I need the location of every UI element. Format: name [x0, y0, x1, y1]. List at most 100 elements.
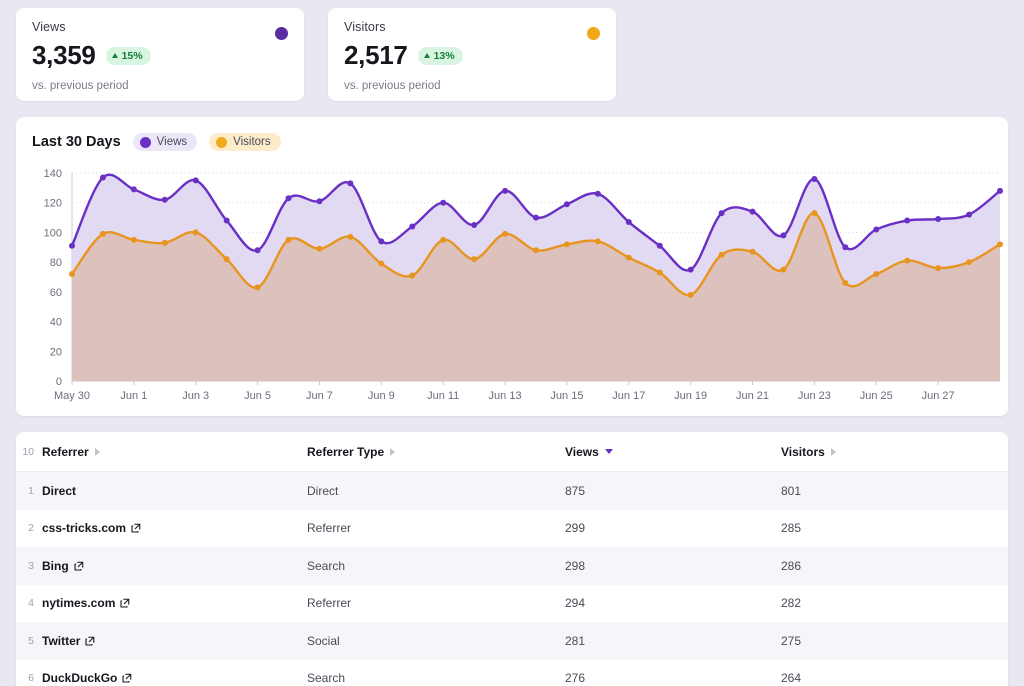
sort-right-icon: [95, 448, 100, 456]
dashboard-page: Views 3,359 15% vs. previous period Visi…: [0, 0, 1024, 686]
cell-views: 294: [565, 596, 781, 610]
referrers-table: 10 Referrer Referrer Type Views: [16, 432, 1008, 686]
legend-label: Visitors: [233, 136, 271, 148]
svg-text:Jun 23: Jun 23: [798, 390, 831, 402]
stat-title: Views: [32, 20, 288, 34]
table-row[interactable]: 4nytimes.com Referrer294282: [16, 585, 1008, 623]
svg-text:100: 100: [44, 227, 62, 239]
referrer-name: nytimes.com: [42, 596, 115, 610]
stat-delta-text: 13%: [434, 50, 455, 62]
table-body: 1DirectDirect8758012css-tricks.comReferr…: [16, 472, 1008, 686]
svg-text:Jun 7: Jun 7: [306, 390, 333, 402]
stat-card-visitors: Visitors 2,517 13% vs. previous period: [328, 8, 616, 101]
svg-text:Jun 25: Jun 25: [860, 390, 893, 402]
stat-value: 2,517: [344, 40, 408, 71]
chart-header: Last 30 Days Views Visitors: [32, 133, 992, 151]
column-label: Views: [565, 445, 599, 459]
column-header-views[interactable]: Views: [565, 445, 781, 459]
svg-text:Jun 3: Jun 3: [182, 390, 209, 402]
cell-visitors: 282: [781, 596, 981, 610]
svg-text:Jun 11: Jun 11: [427, 390, 459, 402]
column-header-visitors[interactable]: Visitors: [781, 445, 981, 459]
trend-up-icon: [424, 53, 430, 58]
svg-text:60: 60: [50, 287, 62, 299]
stat-value-row: 2,517 13%: [344, 40, 600, 71]
chart-title: Last 30 Days: [32, 134, 121, 150]
table-row[interactable]: 6DuckDuckGoSearch276264: [16, 660, 1008, 686]
row-rank: 4: [16, 597, 42, 609]
external-link-icon[interactable]: [85, 636, 95, 646]
external-link-icon[interactable]: [74, 561, 84, 571]
svg-text:120: 120: [44, 198, 62, 210]
cell-views: 281: [565, 634, 781, 648]
external-link-icon[interactable]: [122, 673, 132, 683]
svg-text:40: 40: [50, 317, 62, 329]
cell-visitors: 264: [781, 671, 981, 685]
row-rank: 2: [16, 522, 42, 534]
stat-delta-badge: 15%: [106, 47, 151, 65]
table-row[interactable]: 3Bing Search298286: [16, 547, 1008, 585]
cell-visitors: 286: [781, 559, 981, 573]
cell-referrer-type: Search: [307, 559, 565, 573]
cell-referrer-type: Social: [307, 634, 565, 648]
column-header-referrer-type[interactable]: Referrer Type: [307, 445, 565, 459]
svg-text:20: 20: [50, 346, 62, 358]
stats-row: Views 3,359 15% vs. previous period Visi…: [16, 8, 1008, 101]
sort-right-icon: [390, 448, 395, 456]
svg-text:May 30: May 30: [54, 390, 90, 402]
stat-value-row: 3,359 15%: [32, 40, 288, 71]
cell-visitors: 285: [781, 521, 981, 535]
cell-views: 875: [565, 484, 781, 498]
svg-text:Jun 9: Jun 9: [368, 390, 395, 402]
svg-text:Jun 5: Jun 5: [244, 390, 271, 402]
cell-referrer-type: Search: [307, 671, 565, 685]
svg-text:Jun 13: Jun 13: [489, 390, 522, 402]
trend-up-icon: [112, 53, 118, 58]
svg-text:Jun 21: Jun 21: [736, 390, 769, 402]
svg-text:Jun 27: Jun 27: [922, 390, 955, 402]
row-rank: 1: [16, 485, 42, 497]
svg-text:Jun 1: Jun 1: [120, 390, 147, 402]
stat-subtitle: vs. previous period: [344, 80, 600, 92]
table-header-row: 10 Referrer Referrer Type Views: [16, 432, 1008, 472]
column-header-referrer[interactable]: Referrer: [42, 445, 307, 459]
external-link-icon[interactable]: [120, 598, 130, 608]
row-rank: 5: [16, 635, 42, 647]
legend-dot-icon: [140, 137, 151, 148]
stat-value: 3,359: [32, 40, 96, 71]
cell-referrer: Bing: [42, 559, 307, 573]
views-color-dot-icon: [275, 27, 288, 40]
column-label: Referrer: [42, 445, 89, 459]
chart-plot-area[interactable]: 020406080100120140May 30Jun 1Jun 3Jun 5J…: [16, 163, 1008, 413]
svg-text:80: 80: [50, 257, 62, 269]
cell-views: 298: [565, 559, 781, 573]
svg-text:Jun 15: Jun 15: [550, 390, 583, 402]
referrer-name: Bing: [42, 559, 69, 573]
external-link-icon[interactable]: [131, 523, 141, 533]
legend-item-views[interactable]: Views: [133, 133, 197, 151]
legend-item-visitors[interactable]: Visitors: [209, 133, 281, 151]
svg-text:0: 0: [56, 376, 62, 388]
svg-text:Jun 19: Jun 19: [674, 390, 707, 402]
row-count: 10: [16, 446, 42, 458]
row-rank: 3: [16, 560, 42, 572]
cell-referrer: DuckDuckGo: [42, 671, 307, 685]
cell-referrer-type: Referrer: [307, 521, 565, 535]
sort-right-icon: [831, 448, 836, 456]
table-row[interactable]: 1DirectDirect875801: [16, 472, 1008, 510]
cell-referrer-type: Referrer: [307, 596, 565, 610]
legend-dot-icon: [216, 137, 227, 148]
referrer-name: css-tricks.com: [42, 521, 126, 535]
cell-views: 276: [565, 671, 781, 685]
cell-referrer-type: Direct: [307, 484, 565, 498]
referrer-name: Twitter: [42, 634, 80, 648]
referrer-name: Direct: [42, 484, 76, 498]
column-label: Referrer Type: [307, 445, 384, 459]
stat-delta-text: 15%: [122, 50, 143, 62]
legend-label: Views: [157, 136, 187, 148]
table-row[interactable]: 5TwitterSocial281275: [16, 622, 1008, 660]
row-rank: 6: [16, 672, 42, 684]
cell-referrer: css-tricks.com: [42, 521, 307, 535]
table-row[interactable]: 2css-tricks.comReferrer299285: [16, 510, 1008, 548]
svg-text:Jun 17: Jun 17: [612, 390, 645, 402]
